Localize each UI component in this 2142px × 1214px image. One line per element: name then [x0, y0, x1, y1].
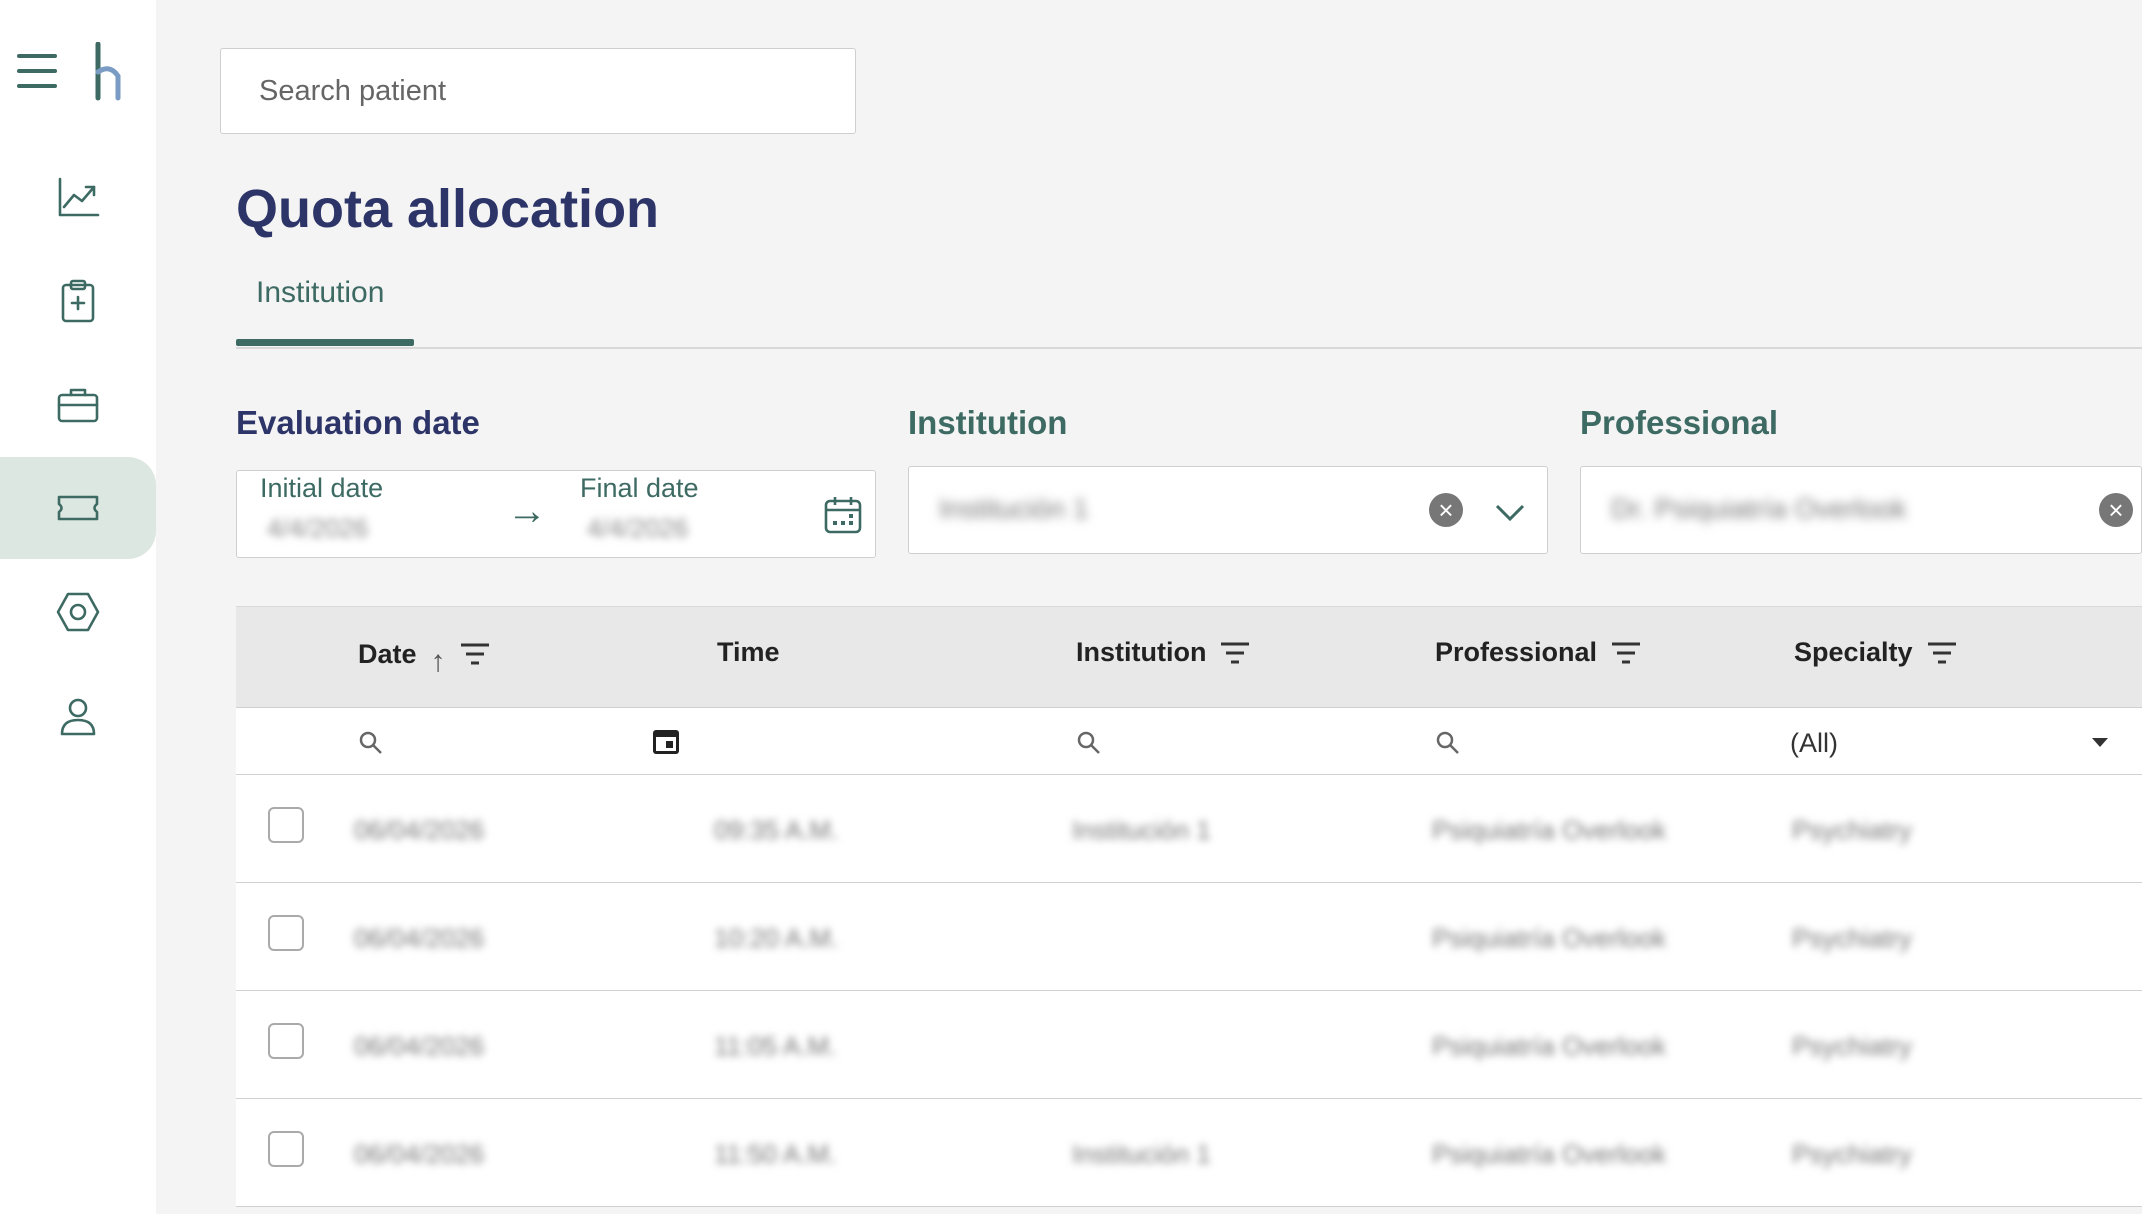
column-label: Date: [358, 638, 417, 669]
institution-filter-label: Institution: [908, 404, 1068, 441]
filter-icon[interactable]: [1220, 641, 1250, 665]
sidebar-item-profile[interactable]: [0, 665, 156, 767]
column-header-professional[interactable]: Professional: [1435, 637, 1641, 668]
arrow-right-icon: →: [507, 489, 547, 533]
cell-date: 06/04/2026: [354, 1031, 485, 1061]
final-date-value[interactable]: 4/4/2026: [587, 513, 688, 544]
cell-time: 11:50 A.M.: [714, 1139, 837, 1169]
search-input[interactable]: Search patient: [220, 48, 856, 134]
cell-time: 09:35 A.M.: [714, 815, 839, 845]
row-checkbox[interactable]: [268, 807, 304, 843]
chart-icon: [58, 177, 100, 217]
column-label: Specialty: [1794, 637, 1913, 667]
search-icon[interactable]: [1435, 730, 1461, 756]
table-row[interactable]: 06/04/2026 11:50 A.M. Institución 1 Psiq…: [236, 1099, 2142, 1207]
sidebar-item-quota[interactable]: [0, 457, 156, 559]
sidebar-item-settings[interactable]: [0, 561, 156, 663]
tab-institution[interactable]: Institution: [236, 272, 414, 346]
cell-specialty: Psychiatry: [1792, 1031, 1912, 1061]
calendar-icon[interactable]: [651, 726, 681, 756]
cell-date: 06/04/2026: [354, 815, 485, 845]
row-checkbox[interactable]: [268, 1131, 304, 1167]
specialty-filter-select[interactable]: (All): [1790, 728, 1838, 759]
column-label: Time: [717, 637, 780, 667]
cell-specialty: Psychiatry: [1792, 923, 1912, 953]
chevron-down-icon[interactable]: [1493, 495, 1527, 529]
caret-down-icon[interactable]: [2092, 738, 2108, 747]
clear-icon[interactable]: ×: [2099, 493, 2133, 527]
sidebar-item-dashboard[interactable]: [0, 146, 156, 248]
settings-hexagon-icon: [56, 592, 100, 632]
sidebar: [0, 0, 156, 1214]
calendar-icon[interactable]: [823, 495, 863, 535]
cell-date: 06/04/2026: [354, 1139, 485, 1169]
column-label: Professional: [1435, 637, 1598, 667]
grid-header: Date ↑ Time Institution Professional Spe…: [236, 606, 2142, 708]
search-icon[interactable]: [1076, 730, 1102, 756]
page-title: Quota allocation: [236, 179, 660, 239]
institution-select[interactable]: Institución 1 ×: [908, 466, 1548, 554]
row-checkbox[interactable]: [268, 915, 304, 951]
cell-professional: Psiquiatría Overlook: [1432, 815, 1667, 845]
initial-date-label: Initial date: [260, 473, 384, 503]
table-row[interactable]: 06/04/2026 09:35 A.M. Institución 1 Psiq…: [236, 775, 2142, 883]
institution-select-value: Institución 1: [939, 493, 1089, 524]
date-range-picker[interactable]: Initial date 4/4/2026 → Final date 4/4/2…: [236, 470, 876, 558]
row-checkbox[interactable]: [268, 1023, 304, 1059]
filter-icon[interactable]: [1611, 641, 1641, 665]
initial-date-value[interactable]: 4/4/2026: [267, 513, 368, 544]
cell-specialty: Psychiatry: [1792, 815, 1912, 845]
grid-filter-row: (All): [236, 708, 2142, 775]
sidebar-item-briefcase[interactable]: [0, 354, 156, 456]
final-date-label: Final date: [580, 473, 699, 503]
professional-filter-label: Professional: [1580, 404, 1779, 441]
column-header-time[interactable]: Time: [717, 637, 780, 668]
table-row[interactable]: 06/04/2026 10:20 A.M. Psiquiatría Overlo…: [236, 883, 2142, 991]
column-label: Institution: [1076, 637, 1207, 667]
professional-select[interactable]: Dr. Psiquiatría Overlook ×: [1580, 466, 2142, 554]
column-header-date[interactable]: Date ↑: [358, 637, 490, 678]
tab-active-indicator: [236, 339, 414, 346]
professional-select-value: Dr. Psiquiatría Overlook: [1611, 493, 1907, 524]
cell-specialty: Psychiatry: [1792, 1139, 1912, 1169]
logo: [95, 42, 121, 101]
menu-icon[interactable]: [17, 54, 57, 88]
cell-professional: Psiquiatría Overlook: [1432, 1139, 1667, 1169]
cell-professional: Psiquiatría Overlook: [1432, 923, 1667, 953]
tab-label: Institution: [256, 276, 385, 309]
column-header-specialty[interactable]: Specialty: [1794, 637, 1957, 668]
filter-icon[interactable]: [1927, 641, 1957, 665]
sidebar-item-clinical[interactable]: [0, 250, 156, 352]
cell-time: 11:05 A.M.: [714, 1031, 837, 1061]
search-placeholder: Search patient: [259, 74, 447, 107]
briefcase-icon: [57, 388, 99, 423]
tabs-divider: [236, 347, 2142, 349]
quota-grid: Date ↑ Time Institution Professional Spe…: [236, 606, 2142, 1207]
cell-professional: Psiquiatría Overlook: [1432, 1031, 1667, 1061]
table-row[interactable]: 06/04/2026 11:05 A.M. Psiquiatría Overlo…: [236, 991, 2142, 1099]
cell-institution: Institución 1: [1072, 1139, 1211, 1169]
ticket-icon: [57, 495, 99, 521]
search-icon[interactable]: [358, 730, 384, 756]
cell-time: 10:20 A.M.: [714, 923, 839, 953]
cell-date: 06/04/2026: [354, 923, 485, 953]
clipboard-plus-icon: [61, 279, 95, 323]
clear-icon[interactable]: ×: [1429, 493, 1463, 527]
user-icon: [60, 698, 96, 736]
column-header-institution[interactable]: Institution: [1076, 637, 1250, 668]
filter-icon[interactable]: [460, 642, 490, 666]
cell-institution: Institución 1: [1072, 815, 1211, 845]
sort-ascending-icon[interactable]: ↑: [431, 645, 446, 679]
evaluation-date-label: Evaluation date: [236, 404, 480, 441]
